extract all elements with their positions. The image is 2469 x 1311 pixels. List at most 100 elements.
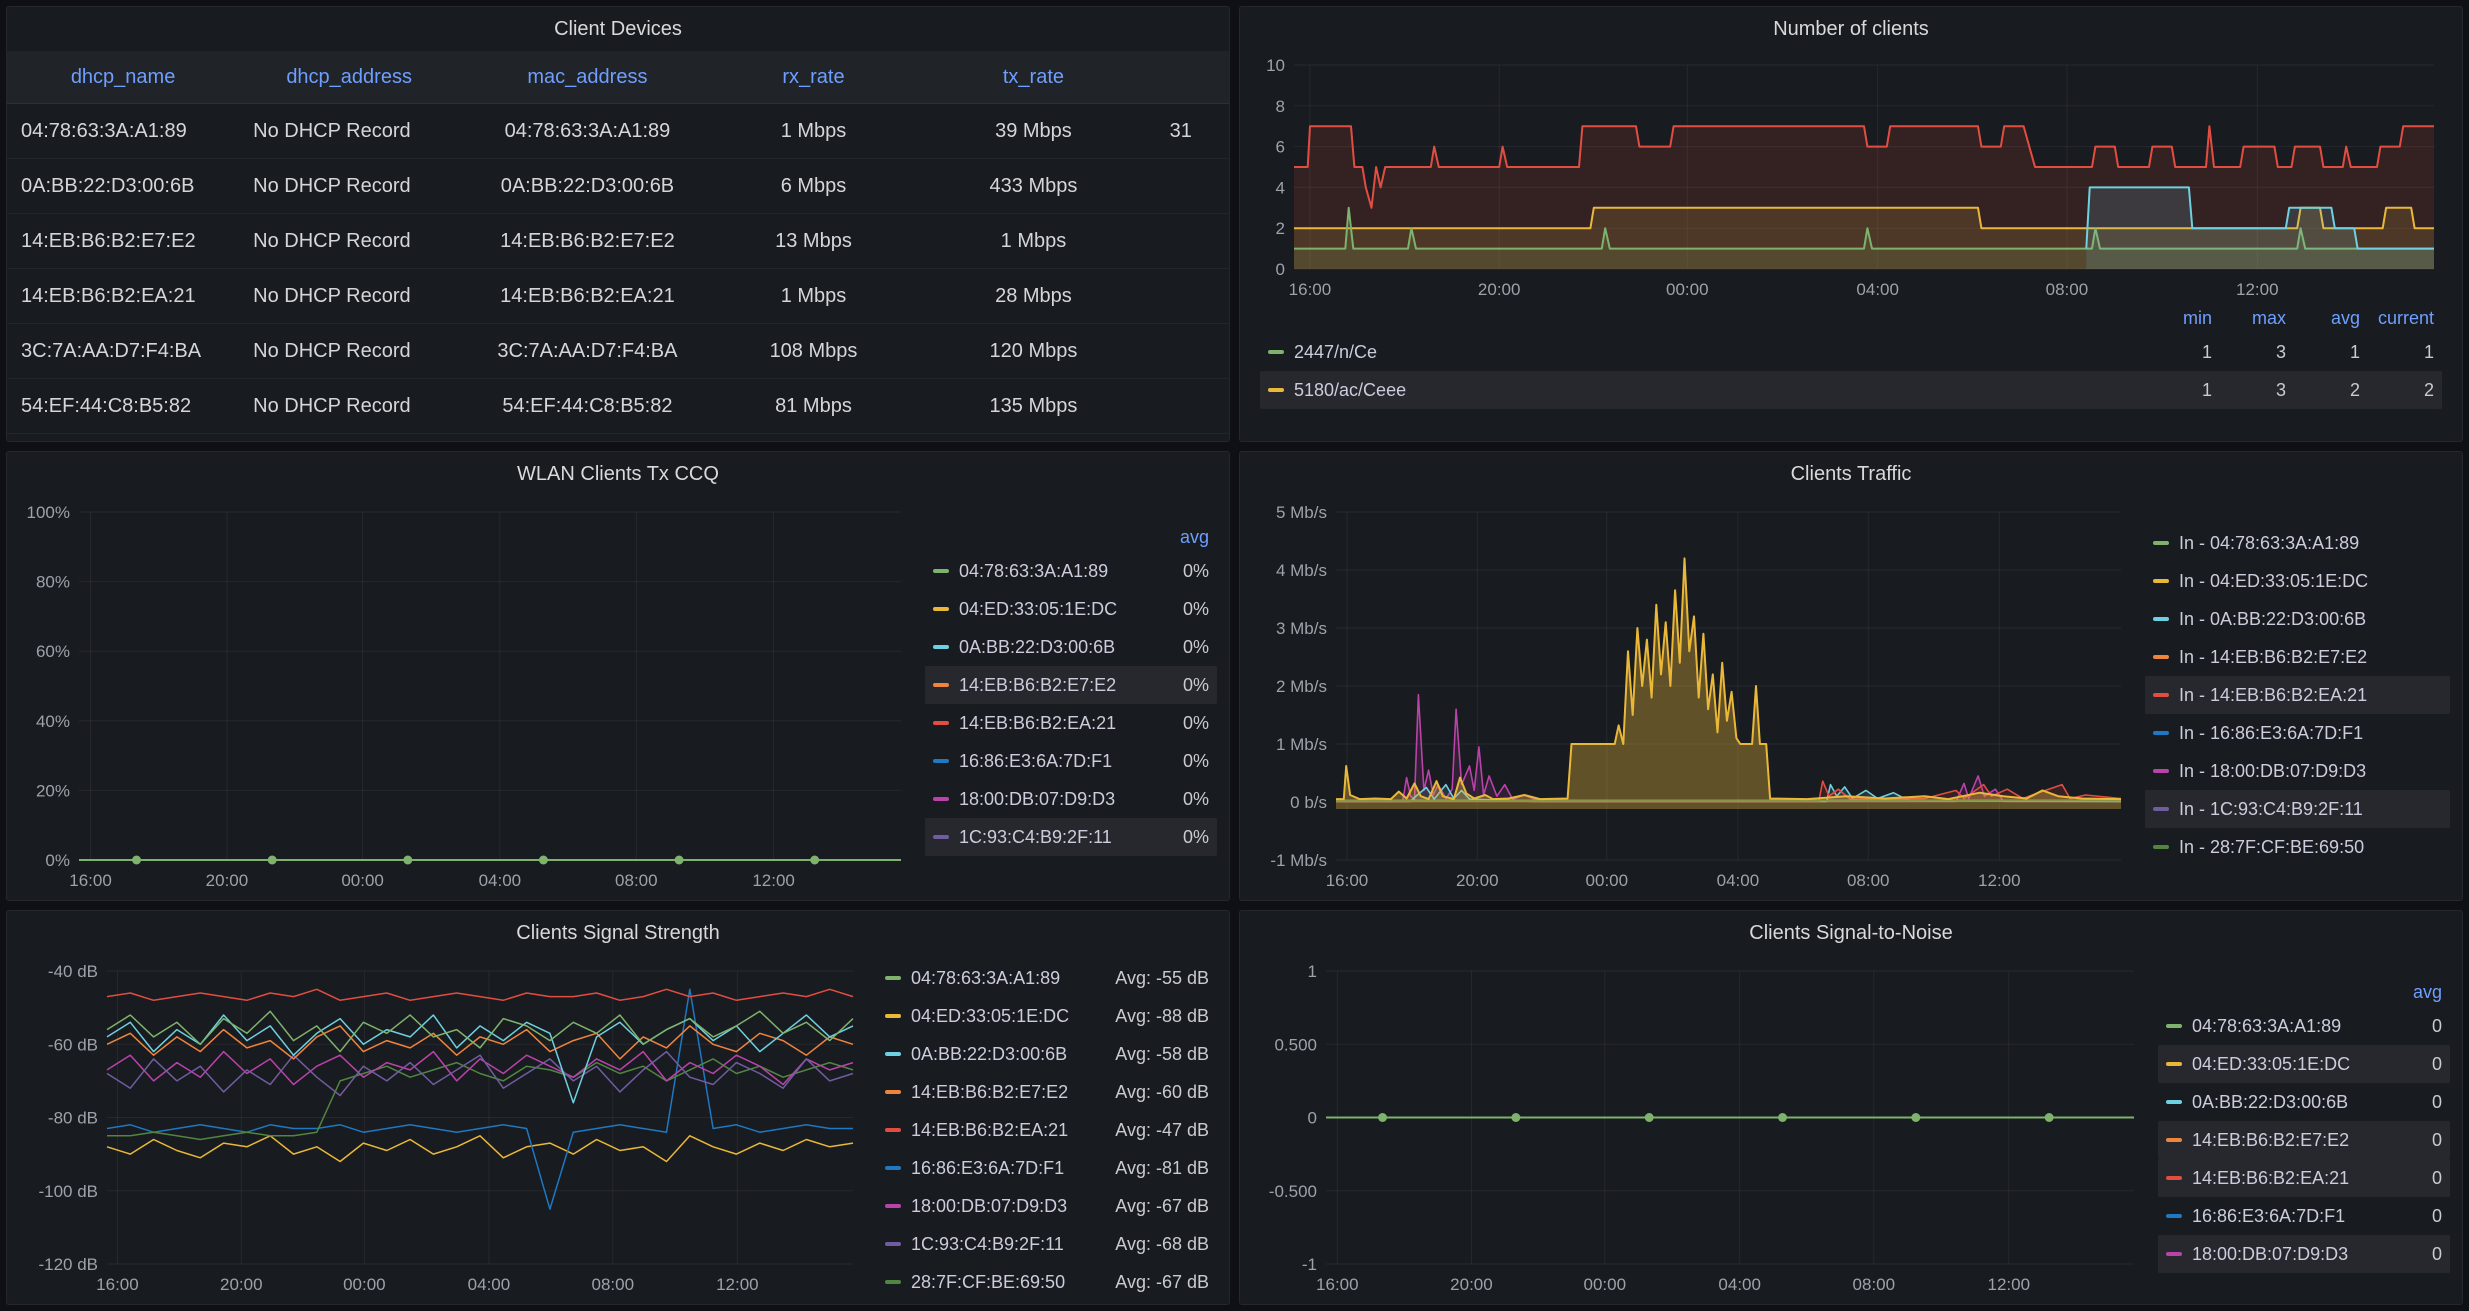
tx-ccq-chart[interactable]: 0%20%40%60%80%100%16:0020:0000:0004:0008… <box>13 498 915 894</box>
panel-title-number-of-clients[interactable]: Number of clients <box>1240 7 2462 51</box>
series-label[interactable]: In - 14:EB:B6:B2:E7:E2 <box>2179 647 2367 668</box>
series-label[interactable]: 5180/ac/Ceee <box>1294 380 1406 401</box>
series-label[interactable]: 1C:93:C4:B9:2F:11 <box>959 827 1112 848</box>
panel-title-tx-ccq[interactable]: WLAN Clients Tx CCQ <box>7 452 1229 496</box>
series-label[interactable]: 2447/n/Ce <box>1294 342 1377 363</box>
legend-row[interactable]: 14:EB:B6:B2:E7:E2 0% <box>925 666 1217 704</box>
series-label[interactable]: In - 04:78:63:3A:A1:89 <box>2179 533 2359 554</box>
series-label[interactable]: 18:00:DB:07:D9:D3 <box>911 1196 1115 1217</box>
legend-row[interactable]: 1C:93:C4:B9:2F:110% <box>925 818 1217 856</box>
series-label[interactable]: In - 1C:93:C4:B9:2F:11 <box>2179 799 2363 820</box>
series-label[interactable]: 16:86:E3:6A:7D:F1 <box>911 1158 1115 1179</box>
legend-row[interactable]: 04:78:63:3A:A1:89Avg: -55 dB <box>877 959 1217 997</box>
legend-row[interactable]: 14:EB:B6:B2:E7:E2Avg: -60 dB <box>877 1073 1217 1111</box>
series-label[interactable]: 04:78:63:3A:A1:89 <box>2192 1016 2341 1037</box>
legend-row[interactable]: 0A:BB:22:D3:00:6BAvg: -58 dB <box>877 1035 1217 1073</box>
legend-row[interactable]: In - 04:78:63:3A:A1:89 <box>2145 524 2450 562</box>
series-label[interactable]: 14:EB:B6:B2:EA:21 <box>2192 1168 2349 1189</box>
legend-row[interactable]: 2447/n/Ce1311 <box>1260 333 2442 371</box>
series-point <box>1645 1113 1654 1122</box>
legend-row[interactable]: In - 14:EB:B6:B2:EA:21 <box>2145 676 2450 714</box>
signal-strength-chart[interactable]: -40 dB-60 dB-80 dB-100 dB-120 dB16:0020:… <box>13 957 867 1298</box>
legend-row[interactable]: In - 28:7F:CF:BE:69:50 <box>2145 828 2450 866</box>
table-header-cell[interactable]: rx_rate <box>716 51 912 103</box>
legend-row[interactable]: 16:86:E3:6A:7D:F10% <box>925 742 1217 780</box>
series-label[interactable]: 04:ED:33:05:1E:DC <box>911 1006 1115 1027</box>
series-label[interactable]: 16:86:E3:6A:7D:F1 <box>959 751 1112 772</box>
series-label[interactable]: 0A:BB:22:D3:00:6B <box>2192 1092 2348 1113</box>
series-label[interactable]: In - 14:EB:B6:B2:EA:21 <box>2179 685 2367 706</box>
legend-row[interactable]: 14:EB:B6:B2:EA:210% <box>925 704 1217 742</box>
legend-row[interactable]: In - 1C:93:C4:B9:2F:11 <box>2145 790 2450 828</box>
series-point <box>2045 1113 2054 1122</box>
series-label[interactable]: 14:EB:B6:B2:EA:21 <box>959 713 1116 734</box>
legend-header-col[interactable]: avg <box>2390 982 2442 1003</box>
series-label[interactable]: 04:ED:33:05:1E:DC <box>2192 1054 2350 1075</box>
legend-row[interactable]: 04:ED:33:05:1E:DC0% <box>925 590 1217 628</box>
panel-title-client-devices[interactable]: Client Devices <box>7 7 1229 51</box>
series-label[interactable]: 18:00:DB:07:D9:D3 <box>959 789 1115 810</box>
panel-title-snr[interactable]: Clients Signal-to-Noise <box>1240 911 2462 955</box>
series-label[interactable]: In - 16:86:E3:6A:7D:F1 <box>2179 723 2363 744</box>
y-axis-label: -100 dB <box>38 1182 98 1201</box>
series-label[interactable]: 18:00:DB:07:D9:D3 <box>2192 1244 2348 1265</box>
series-label[interactable]: 16:86:E3:6A:7D:F1 <box>2192 1206 2345 1227</box>
number-of-clients-chart[interactable]: 024681016:0020:0000:0004:0008:0012:00 <box>1254 51 2448 303</box>
series-label[interactable]: 0A:BB:22:D3:00:6B <box>959 637 1115 658</box>
table-header-cell[interactable] <box>1156 51 1229 103</box>
series-label[interactable]: In - 28:7F:CF:BE:69:50 <box>2179 837 2364 858</box>
series-label[interactable]: 1C:93:C4:B9:2F:11 <box>911 1234 1115 1255</box>
legend-row[interactable]: 5180/ac/Ceee1322 <box>1260 371 2442 409</box>
legend-row[interactable]: 04:ED:33:05:1E:DCAvg: -88 dB <box>877 997 1217 1035</box>
series-value: 0% <box>1151 675 1209 696</box>
legend-row[interactable]: 16:86:E3:6A:7D:F1Avg: -81 dB <box>877 1149 1217 1187</box>
table-cell <box>1156 159 1229 213</box>
panel-title-signal-strength[interactable]: Clients Signal Strength <box>7 911 1229 955</box>
legend-row[interactable]: 14:EB:B6:B2:EA:210 <box>2158 1159 2450 1197</box>
series-value: 1 <box>2138 380 2212 401</box>
series-label[interactable]: 04:ED:33:05:1E:DC <box>959 599 1117 620</box>
legend-header-col[interactable]: current <box>2360 308 2434 329</box>
legend-row[interactable]: In - 14:EB:B6:B2:E7:E2 <box>2145 638 2450 676</box>
legend-row[interactable]: In - 0A:BB:22:D3:00:6B <box>2145 600 2450 638</box>
table-header-cell[interactable]: mac_address <box>459 51 716 103</box>
legend-row[interactable]: 28:7F:CF:BE:69:50Avg: -67 dB <box>877 1263 1217 1298</box>
series-label[interactable]: 14:EB:B6:B2:E7:E2 <box>959 675 1116 696</box>
legend-row[interactable]: 0A:BB:22:D3:00:6B0% <box>925 628 1217 666</box>
table-header-cell[interactable]: dhcp_address <box>239 51 459 103</box>
legend-row[interactable]: 1C:93:C4:B9:2F:11Avg: -68 dB <box>877 1225 1217 1263</box>
clients-traffic-chart[interactable]: -1 Mb/s0 b/s1 Mb/s2 Mb/s3 Mb/s4 Mb/s5 Mb… <box>1246 498 2135 894</box>
legend-row[interactable]: 18:00:DB:07:D9:D30% <box>925 780 1217 818</box>
legend-header-col[interactable]: avg <box>2286 308 2360 329</box>
series-label[interactable]: 14:EB:B6:B2:E7:E2 <box>2192 1130 2349 1151</box>
series-label[interactable]: In - 18:00:DB:07:D9:D3 <box>2179 761 2366 782</box>
table-header-cell[interactable]: tx_rate <box>911 51 1155 103</box>
legend-header-col[interactable]: avg <box>1151 527 1209 548</box>
series-label[interactable]: 28:7F:CF:BE:69:50 <box>911 1272 1115 1293</box>
legend-row[interactable]: In - 04:ED:33:05:1E:DC <box>2145 562 2450 600</box>
legend-row[interactable]: 18:00:DB:07:D9:D3Avg: -67 dB <box>877 1187 1217 1225</box>
series-label[interactable]: 0A:BB:22:D3:00:6B <box>911 1044 1115 1065</box>
series-label[interactable]: In - 04:ED:33:05:1E:DC <box>2179 571 2368 592</box>
legend-row[interactable]: 14:EB:B6:B2:EA:21Avg: -47 dB <box>877 1111 1217 1149</box>
legend-header-col[interactable]: min <box>2138 308 2212 329</box>
series-label[interactable]: 14:EB:B6:B2:E7:E2 <box>911 1082 1115 1103</box>
table-header-cell[interactable]: dhcp_name <box>7 51 239 103</box>
panel-title-clients-traffic[interactable]: Clients Traffic <box>1240 452 2462 496</box>
legend-row[interactable]: In - 16:86:E3:6A:7D:F1 <box>2145 714 2450 752</box>
legend-row[interactable]: 04:ED:33:05:1E:DC0 <box>2158 1045 2450 1083</box>
legend-row[interactable]: 18:00:DB:07:D9:D30 <box>2158 1235 2450 1273</box>
x-axis-label: 00:00 <box>341 871 384 890</box>
legend-row[interactable]: 0A:BB:22:D3:00:6B0 <box>2158 1083 2450 1121</box>
legend-row[interactable]: 04:78:63:3A:A1:890% <box>925 552 1217 590</box>
legend-row[interactable]: 14:EB:B6:B2:E7:E20 <box>2158 1121 2450 1159</box>
legend-row[interactable]: In - 18:00:DB:07:D9:D3 <box>2145 752 2450 790</box>
legend-header-col[interactable]: max <box>2212 308 2286 329</box>
snr-chart[interactable]: -1-0.50000.500116:0020:0000:0004:0008:00… <box>1246 957 2148 1298</box>
series-label[interactable]: In - 0A:BB:22:D3:00:6B <box>2179 609 2366 630</box>
series-label[interactable]: 04:78:63:3A:A1:89 <box>911 968 1115 989</box>
series-label[interactable]: 14:EB:B6:B2:EA:21 <box>911 1120 1115 1141</box>
legend-row[interactable]: 04:78:63:3A:A1:890 <box>2158 1007 2450 1045</box>
legend-row[interactable]: 16:86:E3:6A:7D:F10 <box>2158 1197 2450 1235</box>
series-label[interactable]: 04:78:63:3A:A1:89 <box>959 561 1108 582</box>
